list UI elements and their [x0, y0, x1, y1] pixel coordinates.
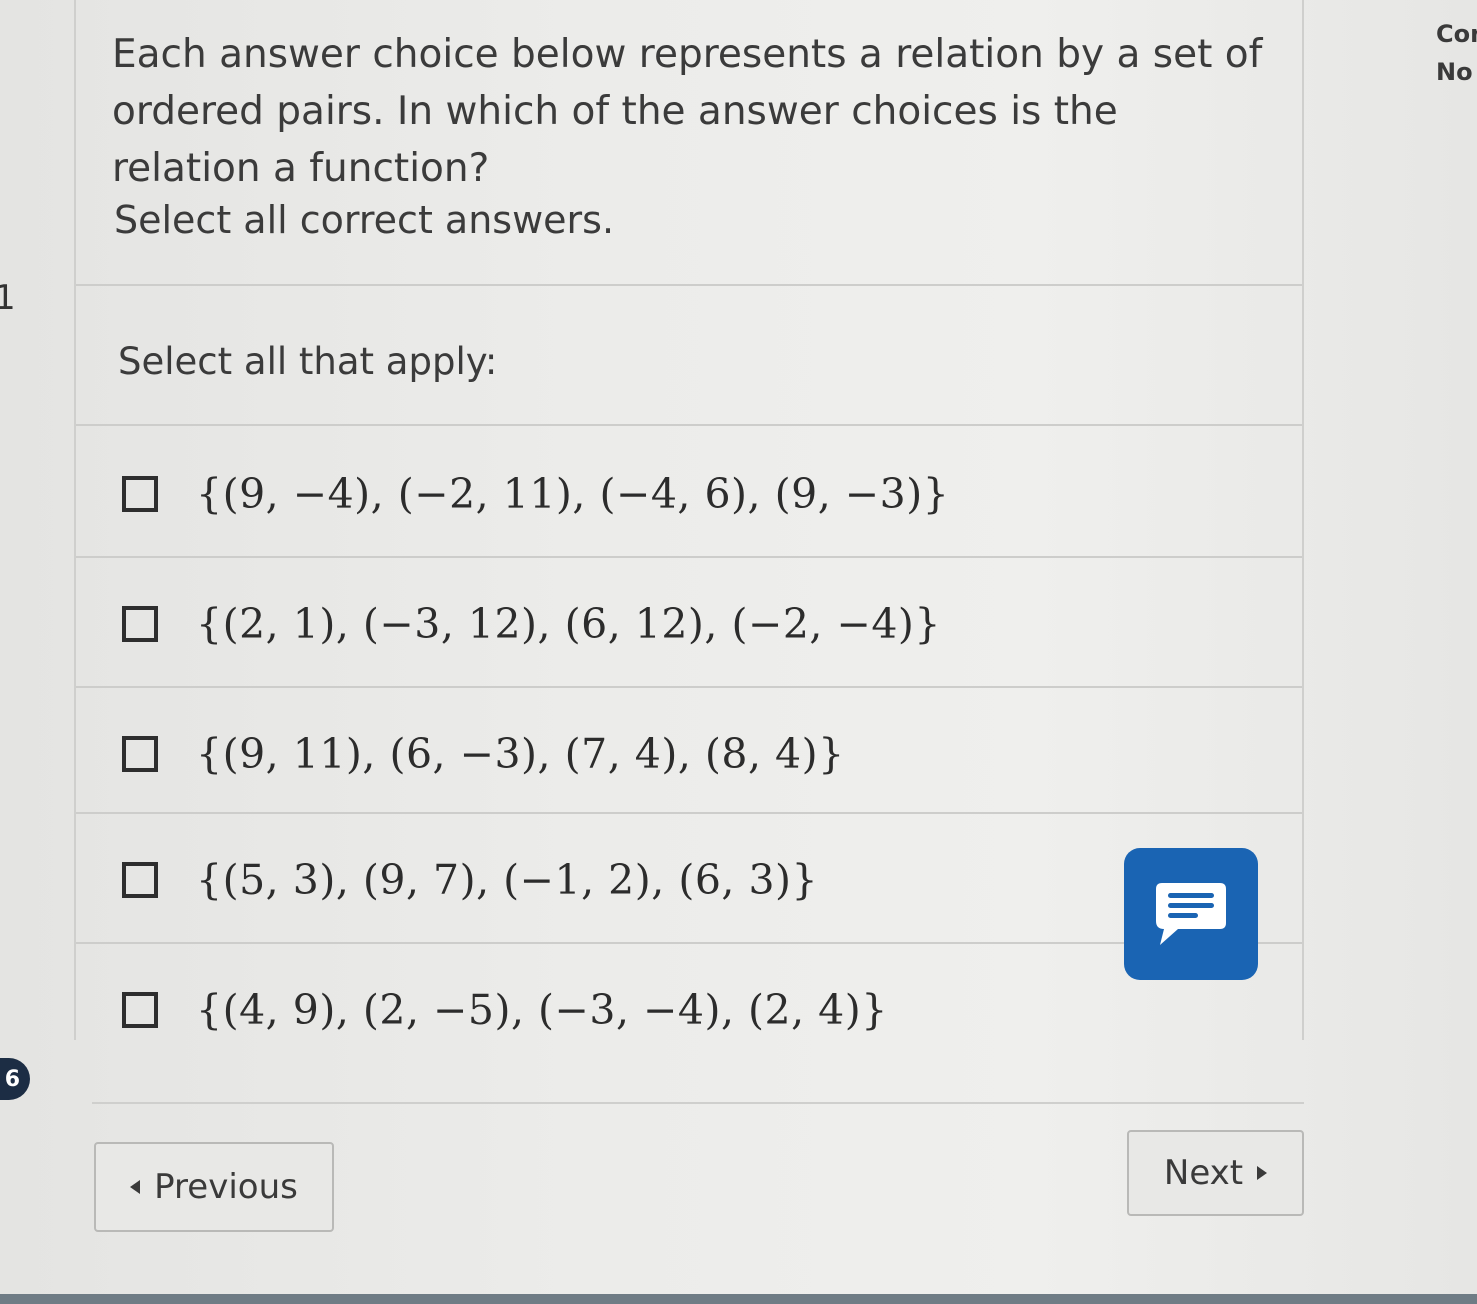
chat-button[interactable]: [1124, 848, 1258, 980]
select-all-label: Select all that apply:: [118, 340, 498, 383]
page: 1 6 Each answer choice below represents …: [0, 0, 1477, 1304]
previous-button-label: Previous: [154, 1167, 298, 1207]
previous-button[interactable]: Previous: [94, 1142, 334, 1232]
answer-option-1[interactable]: {(9, −4), (−2, 11), (−4, 6), (9, −3)}: [76, 430, 1302, 558]
bottom-bezel: [0, 1294, 1477, 1304]
divider: [76, 812, 1302, 814]
divider: [76, 424, 1302, 426]
divider: [76, 556, 1302, 558]
answer-option-5-text: {(4, 9), (2, −5), (−3, −4), (2, 4)}: [196, 986, 888, 1034]
answer-option-1-text: {(9, −4), (−2, 11), (−4, 6), (9, −3)}: [196, 470, 950, 518]
next-button-label: Next: [1163, 1153, 1244, 1193]
question-number-badge[interactable]: 6: [0, 1058, 30, 1100]
divider: [76, 942, 1302, 944]
checkbox-4[interactable]: [122, 862, 158, 898]
divider: [76, 686, 1302, 688]
answer-option-5[interactable]: {(4, 9), (2, −5), (−3, −4), (2, 4)}: [76, 946, 1302, 1074]
footer-divider: [92, 1102, 1304, 1104]
answer-option-2[interactable]: {(2, 1), (−3, 12), (6, 12), (−2, −4)}: [76, 560, 1302, 688]
question-prompt: Each answer choice below represents a re…: [112, 32, 1263, 191]
answer-option-4[interactable]: {(5, 3), (9, 7), (−1, 2), (6, 3)}: [76, 816, 1302, 944]
triangle-right-icon: [1257, 1166, 1268, 1180]
next-button[interactable]: Next: [1127, 1130, 1304, 1216]
side-panel-line-2: No: [1436, 58, 1473, 86]
chat-bubble-icon: [1156, 883, 1226, 945]
question-instruction: Select all correct answers.: [114, 198, 615, 242]
answer-option-4-text: {(5, 3), (9, 7), (−1, 2), (6, 3)}: [196, 856, 819, 904]
checkbox-2[interactable]: [122, 606, 158, 642]
answer-option-2-text: {(2, 1), (−3, 12), (6, 12), (−2, −4)}: [196, 600, 942, 648]
checkbox-3[interactable]: [122, 736, 158, 772]
checkbox-5[interactable]: [122, 992, 158, 1028]
triangle-left-icon: [130, 1180, 141, 1194]
question-card: Each answer choice below represents a re…: [74, 0, 1304, 1040]
answer-option-3-text: {(9, 11), (6, −3), (7, 4), (8, 4)}: [196, 730, 845, 778]
side-panel-line-1: Con: [1436, 20, 1477, 48]
divider: [76, 284, 1302, 286]
checkbox-1[interactable]: [122, 476, 158, 512]
answer-option-3[interactable]: {(9, 11), (6, −3), (7, 4), (8, 4)}: [76, 690, 1302, 818]
question-number-badge-label: 6: [4, 1066, 20, 1092]
left-edge-mark: 1: [0, 278, 16, 318]
